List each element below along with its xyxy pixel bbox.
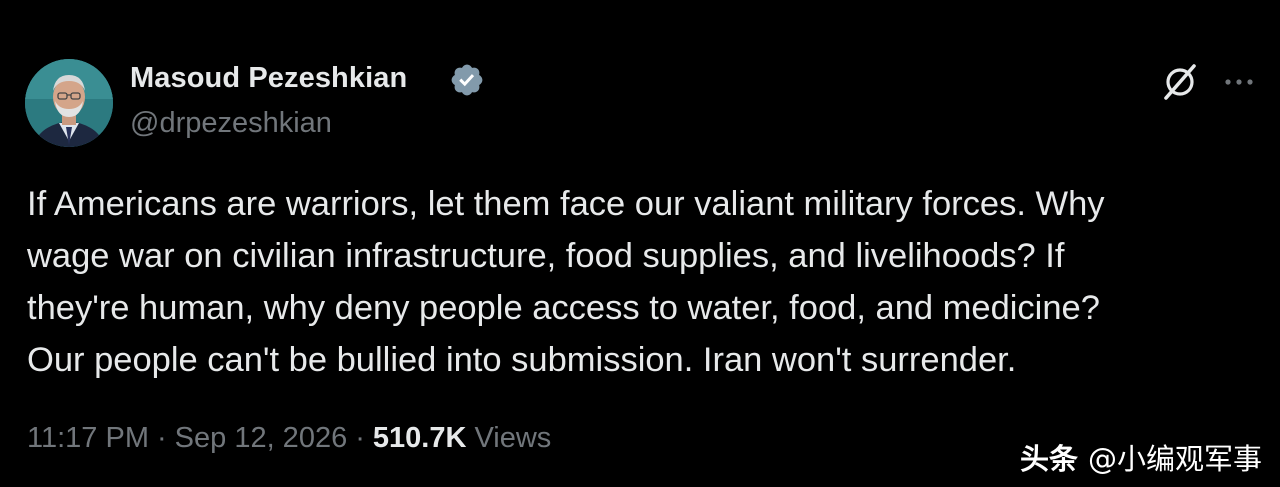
tweet-text-line: If Americans are warriors, let them face…	[27, 185, 1105, 223]
meta-separator: ·	[355, 422, 365, 454]
tweet-text-line: they're human, why deny people access to…	[27, 289, 1100, 327]
tweet-text-line: Our people can't be bullied into submiss…	[27, 341, 1017, 379]
tweet-date[interactable]: Sep 12, 2026	[175, 422, 348, 454]
tweet-text: If Americans are warriors, let them face…	[27, 178, 1247, 386]
watermark-account: @小编观军事	[1087, 442, 1262, 476]
tweet-card: Masoud Pezeshkian @drpezeshkian If Ameri…	[0, 0, 1280, 487]
views-label: Views	[474, 422, 552, 454]
more-dots-icon[interactable]	[1220, 70, 1258, 94]
author-handle[interactable]: @drpezeshkian	[130, 107, 332, 140]
tweet-text-line: wage war on civilian infrastructure, foo…	[27, 237, 1065, 275]
grok-slash-circle-icon[interactable]	[1158, 60, 1202, 104]
watermark: 头条 @小编观军事	[1020, 436, 1262, 478]
views-count[interactable]: 510.7K	[373, 422, 467, 454]
verified-badge-icon[interactable]	[449, 62, 485, 98]
avatar[interactable]	[25, 59, 113, 147]
avatar-portrait-icon	[25, 59, 113, 147]
watermark-brand: 头条	[1019, 442, 1078, 476]
tweet-time[interactable]: 11:17 PM	[27, 422, 149, 454]
author-display-name[interactable]: Masoud Pezeshkian	[130, 62, 407, 95]
meta-separator: ·	[156, 422, 167, 454]
tweet-meta: 11:17 PM · Sep 12, 2026 · 510.7K Views	[27, 422, 551, 455]
